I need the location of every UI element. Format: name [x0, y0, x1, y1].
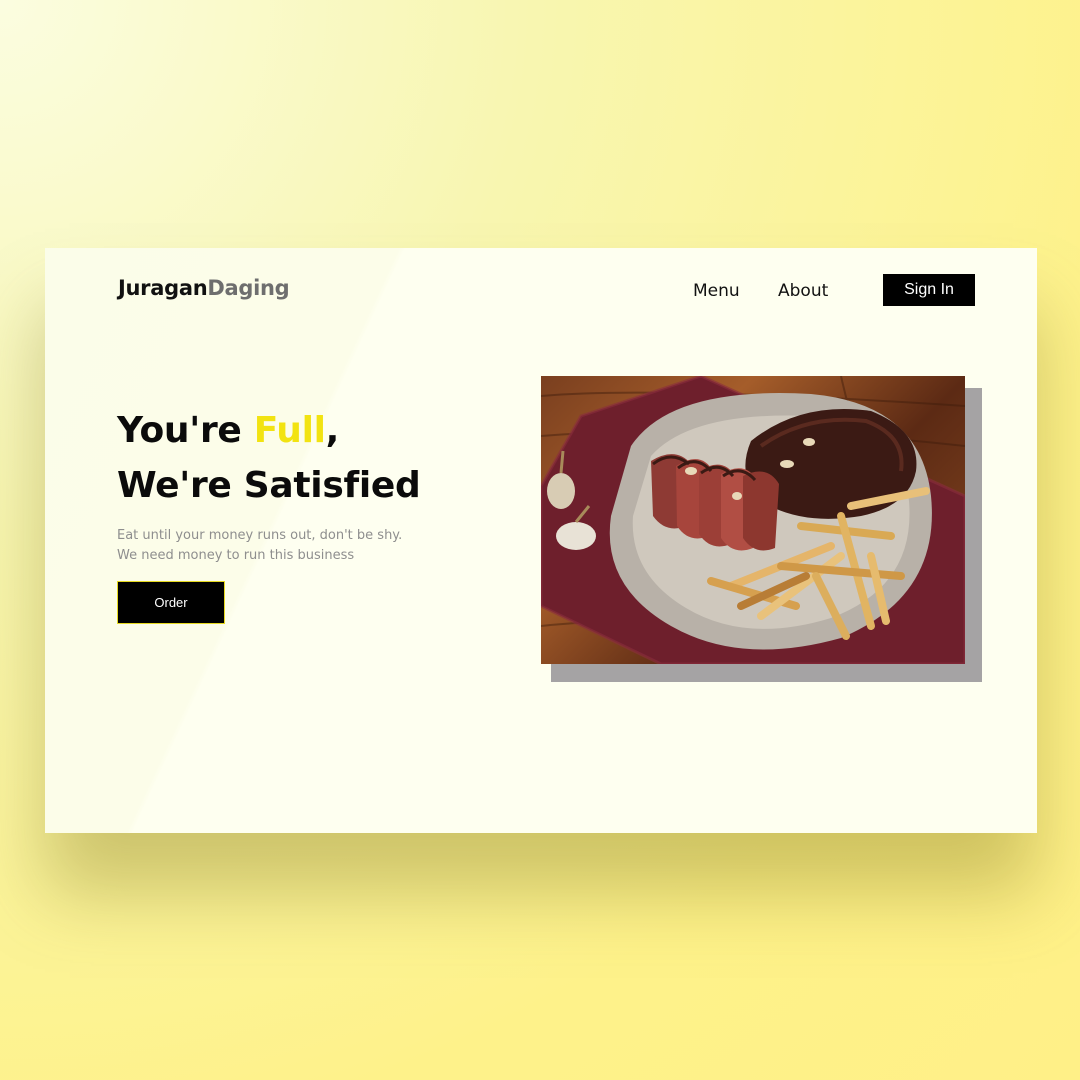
nav-menu-link[interactable]: Menu — [693, 281, 740, 301]
hero-headline: You're Full, We're Satisfied — [117, 403, 421, 513]
headline-line-2: We're Satisfied — [117, 465, 421, 506]
nav-about-link[interactable]: About — [778, 281, 828, 301]
headline-pre: You're — [117, 410, 254, 451]
subtext-line-1: Eat until your money runs out, don't be … — [117, 528, 403, 543]
steak-plate-illustration — [541, 376, 965, 664]
steak-image — [541, 376, 965, 664]
order-button[interactable]: Order — [117, 581, 225, 624]
headline-line-1: You're Full, — [117, 403, 420, 458]
headline-highlight: Full — [253, 410, 326, 451]
hero-subtext: Eat until your money runs out, don't be … — [117, 526, 402, 566]
subtext-line-2: We need money to run this business — [117, 548, 355, 563]
brand-logo[interactable]: JuraganDaging — [118, 276, 290, 300]
headline-post: , — [325, 410, 340, 451]
sign-in-button[interactable]: Sign In — [883, 274, 975, 306]
landing-card: JuraganDaging Menu About Sign In You're … — [45, 248, 1037, 833]
brand-part-2: Daging — [207, 276, 290, 300]
brand-part-1: Juragan — [118, 276, 208, 300]
